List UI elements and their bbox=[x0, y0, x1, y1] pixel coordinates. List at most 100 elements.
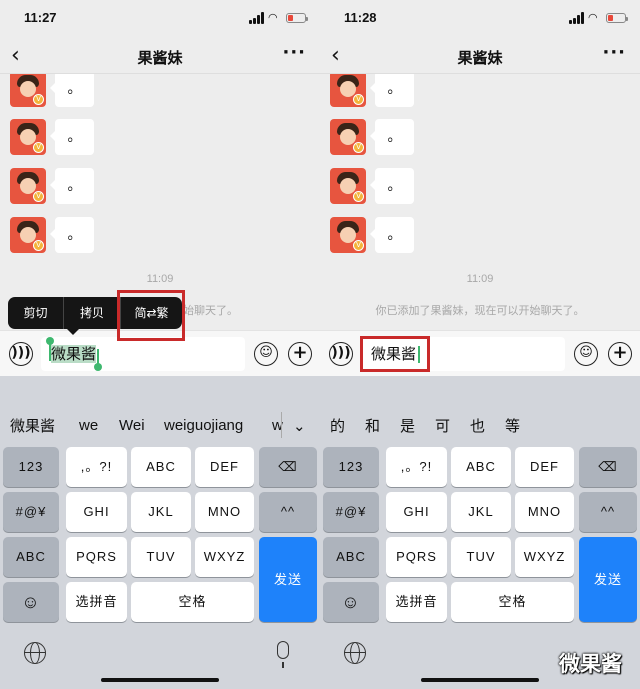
voice-icon[interactable]: ))) bbox=[329, 342, 353, 366]
candidate[interactable]: 是 bbox=[400, 416, 415, 436]
avatar[interactable]: V bbox=[330, 217, 366, 253]
key-123[interactable]: 123 bbox=[323, 447, 379, 487]
candidate[interactable]: 和 bbox=[365, 416, 380, 436]
key-def[interactable]: DEF bbox=[195, 447, 254, 487]
avatar[interactable]: V bbox=[10, 217, 46, 253]
cut-button[interactable]: 剪切 bbox=[8, 297, 63, 329]
key-mno[interactable]: MNO bbox=[195, 492, 254, 532]
chat-title: 果酱妹 bbox=[457, 49, 503, 67]
avatar[interactable]: V bbox=[330, 74, 366, 107]
keyboard-bottom bbox=[0, 628, 320, 689]
key-delete[interactable]: ⌫ bbox=[259, 447, 317, 487]
emoji-key-icon[interactable]: ☺ bbox=[323, 582, 379, 622]
avatar[interactable]: V bbox=[10, 74, 46, 107]
key-tuv[interactable]: TUV bbox=[451, 537, 511, 577]
candidate[interactable]: 也 bbox=[470, 416, 485, 436]
candidate[interactable]: 微果酱 bbox=[10, 416, 55, 436]
microphone-icon[interactable] bbox=[277, 641, 289, 668]
phone-screen-right: 11:28 ◠ ‹ 果酱妹 ··· V 。 V 。 V 。 V 。 11:09 … bbox=[320, 0, 640, 689]
message-bubble[interactable]: 。 bbox=[370, 217, 414, 253]
candidate[interactable]: weiguojiang bbox=[164, 416, 243, 436]
message-row: V 。 bbox=[330, 74, 630, 107]
globe-icon[interactable] bbox=[24, 642, 46, 664]
key-ghi[interactable]: GHI bbox=[386, 492, 447, 532]
more-icon[interactable]: ··· bbox=[602, 42, 626, 63]
menu-pointer bbox=[66, 328, 80, 335]
message-bubble[interactable]: 。 bbox=[50, 168, 94, 204]
key-ghi[interactable]: GHI bbox=[66, 492, 127, 532]
chat-title: 果酱妹 bbox=[137, 49, 183, 67]
key-mno[interactable]: MNO bbox=[515, 492, 574, 532]
chat-timestamp: 11:09 bbox=[466, 273, 494, 285]
key-pqrs[interactable]: PQRS bbox=[386, 537, 447, 577]
emoji-key-icon[interactable]: ☺ bbox=[3, 582, 59, 622]
candidate[interactable]: 的 bbox=[330, 416, 345, 436]
key-jkl[interactable]: JKL bbox=[131, 492, 191, 532]
status-time: 11:28 bbox=[344, 10, 377, 25]
key-select-pinyin[interactable]: 选拼音 bbox=[66, 582, 127, 622]
key-abc-switch[interactable]: ABC bbox=[3, 537, 59, 577]
phone-screen-left: 11:27 ◠ ‹ 果酱妹 ··· V 。 V 。 V 。 V 。 11:09 … bbox=[0, 0, 320, 689]
selection-end-dot[interactable] bbox=[94, 363, 102, 371]
avatar[interactable]: V bbox=[330, 119, 366, 155]
more-icon[interactable]: ··· bbox=[282, 42, 306, 63]
key-123[interactable]: 123 bbox=[3, 447, 59, 487]
system-message: 你已添加了果酱妹，现在可以开始聊天了。 bbox=[375, 304, 585, 317]
avatar[interactable]: V bbox=[10, 168, 46, 204]
battery-icon bbox=[606, 13, 628, 23]
copy-button[interactable]: 拷贝 bbox=[64, 297, 120, 329]
message-bubble[interactable]: 。 bbox=[370, 74, 414, 107]
chevron-down-icon[interactable]: ⌄ bbox=[293, 416, 306, 436]
selection-start-dot[interactable] bbox=[46, 337, 54, 345]
message-row: V 。 bbox=[10, 217, 310, 253]
emoji-icon[interactable]: ☺ bbox=[574, 342, 598, 366]
send-button[interactable]: 发送 bbox=[579, 537, 637, 622]
key-abc-switch[interactable]: ABC bbox=[323, 537, 379, 577]
key-emoticon[interactable]: ^^ bbox=[259, 492, 317, 532]
key-punct[interactable]: ,。?! bbox=[66, 447, 127, 487]
plus-icon[interactable]: + bbox=[288, 342, 312, 366]
home-indicator[interactable] bbox=[101, 678, 219, 682]
key-pqrs[interactable]: PQRS bbox=[66, 537, 127, 577]
message-bubble[interactable]: 。 bbox=[50, 119, 94, 155]
key-delete[interactable]: ⌫ bbox=[579, 447, 637, 487]
message-bubble[interactable]: 。 bbox=[50, 74, 94, 107]
key-abc[interactable]: ABC bbox=[451, 447, 511, 487]
message-bubble[interactable]: 。 bbox=[50, 217, 94, 253]
key-def[interactable]: DEF bbox=[515, 447, 574, 487]
status-bar: 11:27 ◠ bbox=[0, 0, 320, 38]
battery-icon bbox=[286, 13, 308, 23]
key-emoticon[interactable]: ^^ bbox=[579, 492, 637, 532]
message-input[interactable]: 微果酱 bbox=[41, 337, 245, 371]
space-key[interactable]: 空格 bbox=[451, 582, 574, 622]
avatar[interactable]: V bbox=[330, 168, 366, 204]
selected-text[interactable]: 微果酱 bbox=[51, 345, 97, 363]
candidate[interactable]: Wei bbox=[119, 416, 145, 436]
avatar[interactable]: V bbox=[10, 119, 46, 155]
globe-icon[interactable] bbox=[344, 642, 366, 664]
emoji-icon[interactable]: ☺ bbox=[254, 342, 278, 366]
candidate[interactable]: we bbox=[79, 416, 98, 436]
highlight-box bbox=[117, 290, 185, 341]
key-jkl[interactable]: JKL bbox=[451, 492, 511, 532]
voice-icon[interactable]: ))) bbox=[9, 342, 33, 366]
message-bubble[interactable]: 。 bbox=[370, 119, 414, 155]
message-bubble[interactable]: 。 bbox=[370, 168, 414, 204]
key-symbols[interactable]: #@¥ bbox=[3, 492, 59, 532]
candidate[interactable]: 等 bbox=[505, 416, 520, 436]
key-abc[interactable]: ABC bbox=[131, 447, 191, 487]
selection-start-handle[interactable] bbox=[49, 343, 51, 361]
space-key[interactable]: 空格 bbox=[131, 582, 254, 622]
nav-bar: ‹ 果酱妹 ··· bbox=[0, 38, 320, 74]
key-wxyz[interactable]: WXYZ bbox=[515, 537, 574, 577]
signal-icon bbox=[569, 12, 586, 24]
key-symbols[interactable]: #@¥ bbox=[323, 492, 379, 532]
send-button[interactable]: 发送 bbox=[259, 537, 317, 622]
home-indicator[interactable] bbox=[421, 678, 539, 682]
candidate[interactable]: 可 bbox=[435, 416, 450, 436]
key-wxyz[interactable]: WXYZ bbox=[195, 537, 254, 577]
key-punct[interactable]: ,。?! bbox=[386, 447, 447, 487]
key-select-pinyin[interactable]: 选拼音 bbox=[386, 582, 447, 622]
plus-icon[interactable]: + bbox=[608, 342, 632, 366]
key-tuv[interactable]: TUV bbox=[131, 537, 191, 577]
